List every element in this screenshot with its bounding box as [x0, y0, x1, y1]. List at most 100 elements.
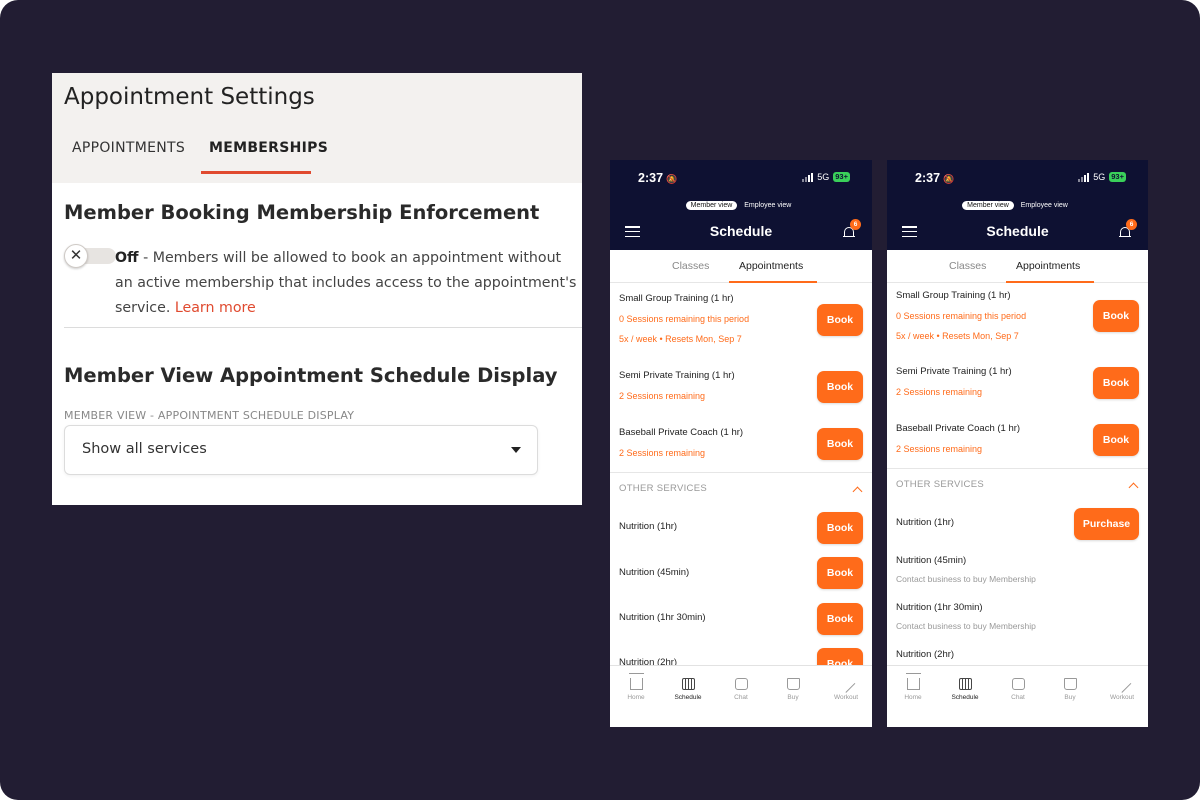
service-name: Small Group Training (1 hr): [619, 293, 734, 304]
book-button[interactable]: Book: [1093, 300, 1139, 332]
schedule-tabs: Classes Appointments: [610, 250, 872, 283]
section-divider: [64, 327, 582, 328]
bottom-tab-schedule[interactable]: Schedule: [939, 678, 991, 701]
settings-header: Appointment Settings APPOINTMENTS MEMBER…: [52, 73, 582, 183]
toggle-state-label: Off: [115, 250, 139, 266]
phone-screen-book: 2:37 🔕 5G 93+ Member view Employee view S…: [610, 160, 872, 727]
view-switch: Member view Employee view: [610, 201, 872, 210]
service-row: Semi Private Training (1 hr) 2 Sessions …: [896, 366, 1139, 399]
close-icon: ✕: [64, 244, 88, 268]
tab-classes[interactable]: Classes: [949, 260, 986, 272]
bottom-tab-buy[interactable]: Buy: [767, 678, 819, 701]
service-row: Small Group Training (1 hr) 0 Sessions r…: [896, 290, 1139, 341]
page-title: Appointment Settings: [64, 84, 315, 110]
enforcement-toggle[interactable]: ✕: [64, 244, 116, 268]
view-switch: Member view Employee view: [887, 201, 1148, 210]
book-button[interactable]: Book: [817, 512, 863, 544]
service-row: Baseball Private Coach (1 hr) 2 Sessions…: [619, 427, 863, 460]
chevron-up-icon[interactable]: [1128, 482, 1139, 493]
service-name: Nutrition (1hr 30min): [896, 602, 983, 613]
bell-icon[interactable]: 6: [1119, 219, 1137, 239]
bell-muted-icon: 🔕: [943, 174, 955, 184]
tab-appointments[interactable]: Appointments: [739, 260, 803, 272]
tab-appointments[interactable]: Appointments: [1016, 260, 1080, 272]
enforcement-heading: Member Booking Membership Enforcement: [64, 201, 540, 224]
service-row: Semi Private Training (1 hr) 2 Sessions …: [619, 370, 863, 403]
bottom-tab-schedule[interactable]: Schedule: [662, 678, 714, 701]
book-button[interactable]: Book: [817, 557, 863, 589]
tab-classes[interactable]: Classes: [672, 260, 709, 272]
service-name: Nutrition (2hr): [896, 649, 955, 660]
shopping-bag-icon: [1063, 678, 1077, 690]
service-row: Nutrition (1hr 30min) Book: [619, 603, 863, 635]
bottom-tab-chat[interactable]: Chat: [992, 678, 1044, 701]
bottom-tab-home[interactable]: Home: [610, 673, 662, 701]
service-row: Nutrition (1hr) Purchase: [896, 508, 1139, 540]
active-tab-indicator: [1006, 281, 1094, 283]
signal-icon: [1078, 172, 1090, 182]
nav-title: Schedule: [986, 223, 1049, 239]
battery-icon: 93+: [833, 172, 850, 182]
display-select[interactable]: Show all services: [64, 425, 538, 475]
service-name: Nutrition (45min): [896, 555, 967, 566]
bottom-tab-chat[interactable]: Chat: [715, 678, 767, 701]
phone-screen-purchase: 2:37 🔕 5G 93+ Member view Employee view S…: [887, 160, 1148, 727]
shopping-bag-icon: [786, 678, 800, 690]
bottom-tab-bar: Home Schedule Chat Buy Workout: [610, 665, 872, 727]
learn-more-link[interactable]: Learn more: [175, 300, 256, 316]
bell-icon[interactable]: 6: [843, 219, 861, 239]
home-icon: [628, 673, 644, 690]
book-button[interactable]: Book: [1093, 424, 1139, 456]
service-frequency: 5x / week • Resets Mon, Sep 7: [896, 331, 1019, 341]
book-button[interactable]: Book: [817, 428, 863, 460]
status-indicators: 5G 93+: [802, 172, 850, 182]
network-label: 5G: [817, 172, 830, 182]
status-time: 2:37 🔕: [915, 171, 955, 185]
other-services-header[interactable]: OTHER SERVICES: [619, 483, 707, 494]
chat-icon: [734, 678, 748, 690]
employee-view-toggle[interactable]: Employee view: [739, 201, 796, 210]
nav-title: Schedule: [709, 223, 773, 239]
bottom-tab-bar: Home Schedule Chat Buy Workout: [887, 665, 1148, 727]
service-row: Nutrition (45min) Book: [619, 557, 863, 589]
bottom-tab-home[interactable]: Home: [887, 673, 939, 701]
enforcement-description: Off - Members will be allowed to book an…: [115, 246, 580, 321]
chevron-up-icon[interactable]: [852, 486, 863, 497]
member-view-toggle[interactable]: Member view: [685, 201, 738, 210]
home-icon: [905, 673, 921, 690]
active-tab-indicator: [201, 171, 311, 174]
employee-view-toggle[interactable]: Employee view: [1016, 201, 1073, 210]
select-value: Show all services: [82, 441, 207, 457]
service-row: Small Group Training (1 hr) 0 Sessions r…: [619, 293, 863, 344]
other-services-header[interactable]: OTHER SERVICES: [896, 479, 984, 490]
purchase-button[interactable]: Purchase: [1074, 508, 1139, 540]
dumbbell-icon: [837, 675, 855, 693]
calendar-icon: [958, 678, 972, 690]
battery-icon: 93+: [1109, 172, 1126, 182]
network-label: 5G: [1093, 172, 1106, 182]
service-row: Baseball Private Coach (1 hr) 2 Sessions…: [896, 423, 1139, 456]
bottom-tab-workout[interactable]: Workout: [820, 675, 872, 701]
bell-muted-icon: 🔕: [666, 174, 678, 184]
bottom-tab-buy[interactable]: Buy: [1044, 678, 1096, 701]
schedule-tabs: Classes Appointments: [887, 250, 1148, 283]
book-button[interactable]: Book: [1093, 367, 1139, 399]
caret-down-icon: [511, 447, 521, 453]
book-button[interactable]: Book: [817, 304, 863, 336]
book-button[interactable]: Book: [817, 371, 863, 403]
calendar-icon: [681, 678, 695, 690]
service-row: Nutrition (1hr 30min) Contact business t…: [896, 602, 1139, 631]
service-row: Nutrition (45min) Contact business to bu…: [896, 555, 1139, 584]
phone-nav-bar: 2:37 🔕 5G 93+ Member view Employee view S…: [887, 160, 1148, 250]
service-row: Nutrition (2hr): [896, 649, 1139, 660]
book-button[interactable]: Book: [817, 603, 863, 635]
tab-memberships[interactable]: MEMBERSHIPS: [209, 140, 328, 156]
dumbbell-icon: [1113, 675, 1131, 693]
canvas: Appointment Settings APPOINTMENTS MEMBER…: [0, 0, 1200, 800]
tab-appointments[interactable]: APPOINTMENTS: [72, 140, 185, 156]
status-indicators: 5G 93+: [1078, 172, 1126, 182]
notification-badge: 6: [850, 219, 861, 230]
member-view-toggle[interactable]: Member view: [962, 201, 1014, 210]
bottom-tab-workout[interactable]: Workout: [1096, 675, 1148, 701]
section-divider: [887, 468, 1148, 469]
